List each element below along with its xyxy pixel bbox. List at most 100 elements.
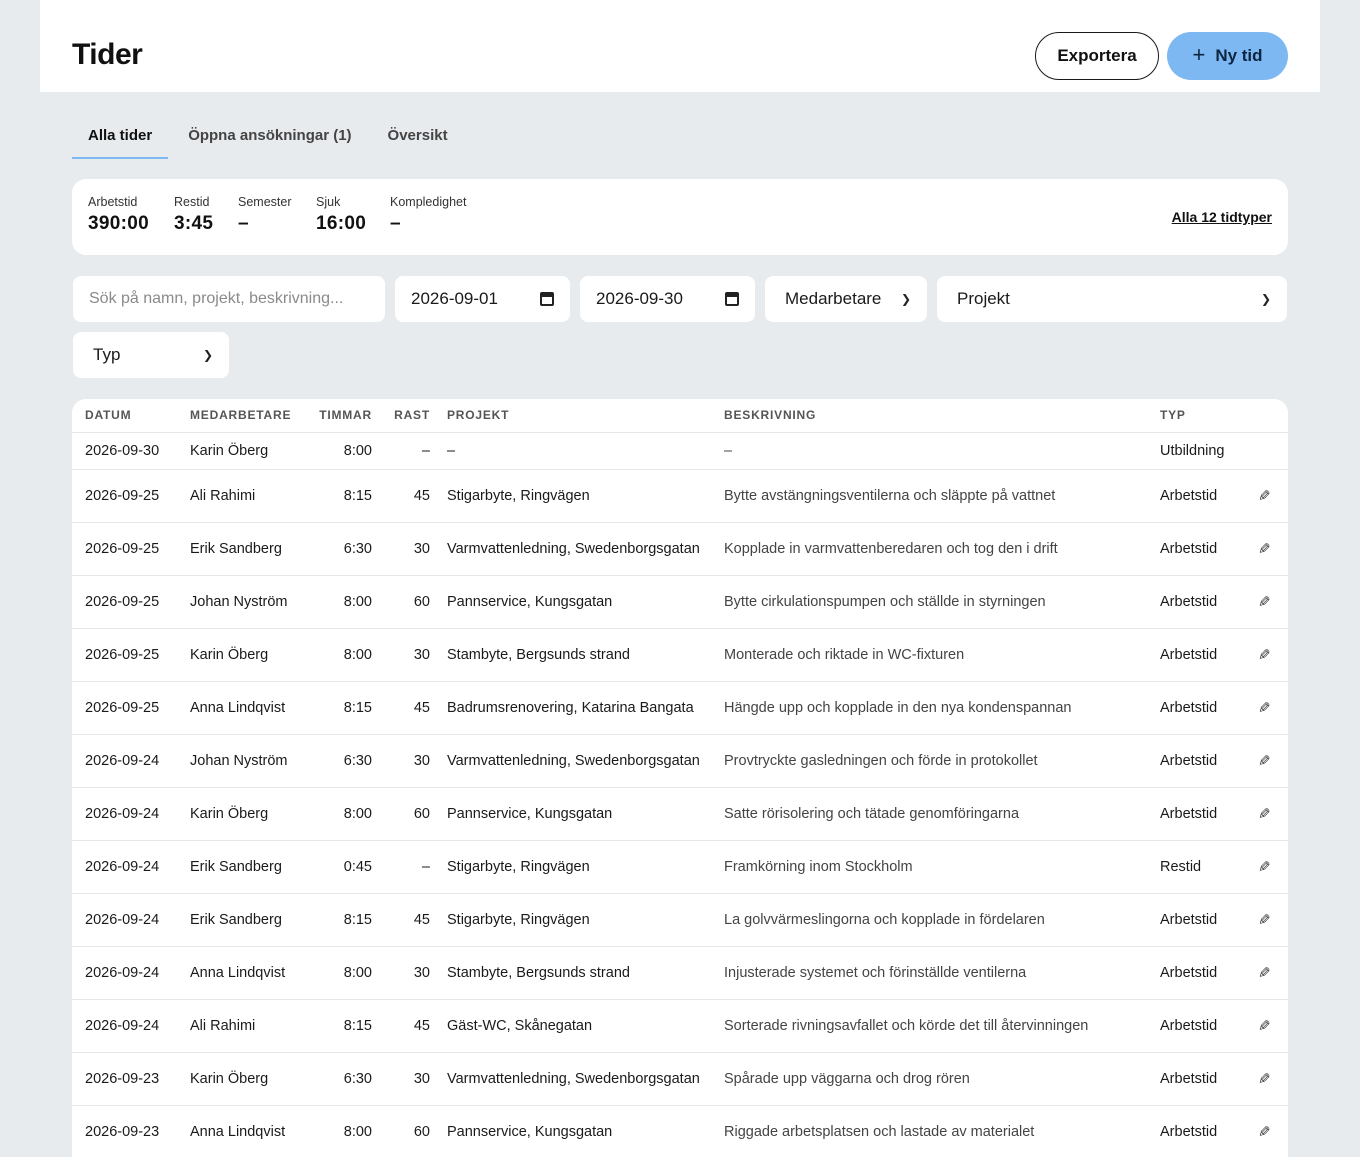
- table-row[interactable]: 2026-09-25 Erik Sandberg 6:30 30 Varmvattenl…: [72, 522, 1288, 576]
- edit-pencil-icon[interactable]: ✎: [1258, 699, 1271, 717]
- column-header-project[interactable]: PROJEKT: [436, 399, 724, 433]
- edit-pencil-icon[interactable]: ✎: [1258, 540, 1271, 558]
- cell-break: 45: [372, 999, 436, 1053]
- new-time-button[interactable]: + Ny tid: [1167, 32, 1288, 80]
- cell-actions: ✎: [1258, 469, 1288, 523]
- cell-hours: 8:15: [312, 469, 372, 523]
- table-row[interactable]: 2026-09-24 Ali Rahimi 8:15 45 Gäst-WC, Skåne…: [72, 999, 1288, 1053]
- cell-break: 30: [372, 1052, 436, 1106]
- cell-date: 2026-09-24: [72, 946, 190, 1000]
- cell-hours: 8:15: [312, 893, 372, 947]
- cell-employee: Anna Lindqvist: [190, 1105, 312, 1157]
- search-placeholder: Sök på namn, projekt, beskrivning...: [89, 290, 344, 307]
- export-button[interactable]: Exportera: [1035, 32, 1159, 80]
- calendar-icon[interactable]: [725, 292, 739, 306]
- edit-pencil-icon[interactable]: ✎: [1258, 752, 1271, 770]
- cell-description: Riggade arbetsplatsen och lastade av mat…: [724, 1105, 1160, 1157]
- edit-pencil-icon[interactable]: ✎: [1258, 1123, 1271, 1141]
- stat-value: 390:00: [88, 213, 149, 234]
- edit-pencil-icon[interactable]: ✎: [1258, 964, 1271, 982]
- cell-employee: Karin Öberg: [190, 787, 312, 841]
- stat-work-time: Arbetstid 390:00: [88, 195, 149, 235]
- cell-break: 45: [372, 469, 436, 523]
- edit-pencil-icon[interactable]: ✎: [1258, 646, 1271, 664]
- edit-pencil-icon[interactable]: ✎: [1258, 1070, 1271, 1088]
- edit-pencil-icon[interactable]: ✎: [1258, 911, 1271, 929]
- cell-employee: Erik Sandberg: [190, 522, 312, 576]
- cell-actions: ✎: [1258, 1052, 1288, 1106]
- tab-open-applications[interactable]: Öppna ansökningar (1): [172, 116, 367, 159]
- project-select[interactable]: Projekt ❯: [937, 276, 1287, 322]
- cell-hours: 6:30: [312, 522, 372, 576]
- date-from-input[interactable]: 2026-09-01: [395, 276, 570, 322]
- table-row[interactable]: 2026-09-24 Erik Sandberg 8:15 45 Stigarbyte,…: [72, 893, 1288, 947]
- table-row[interactable]: 2026-09-24 Karin Öberg 8:00 60 Pannservice, …: [72, 787, 1288, 841]
- column-header-date[interactable]: DATUM: [72, 399, 190, 433]
- column-header-employee[interactable]: MEDARBETARE: [190, 399, 312, 433]
- table-row[interactable]: 2026-09-25 Ali Rahimi 8:15 45 Stigarbyte, Ri…: [72, 469, 1288, 523]
- cell-break: 30: [372, 522, 436, 576]
- chevron-down-icon: ❯: [900, 292, 911, 306]
- cell-date: 2026-09-25: [72, 469, 190, 523]
- type-select[interactable]: Typ ❯: [73, 332, 229, 378]
- cell-hours: 6:30: [312, 1052, 372, 1106]
- edit-pencil-icon[interactable]: ✎: [1258, 593, 1271, 611]
- table-row[interactable]: 2026-09-30 Karin Öberg 8:00– – – Utbildning: [72, 432, 1288, 470]
- cell-date: 2026-09-24: [72, 840, 190, 894]
- column-header-break[interactable]: RAST: [372, 399, 436, 433]
- project-select-value: Projekt: [957, 289, 1010, 308]
- table-row[interactable]: 2026-09-24 Erik Sandberg 0:45– Stigarbyte, …: [72, 840, 1288, 894]
- column-header-actions: [1258, 399, 1288, 433]
- table-row[interactable]: 2026-09-25 Anna Lindqvist 8:15 45 Badrumsren…: [72, 681, 1288, 735]
- table-row[interactable]: 2026-09-25 Johan Nyström 8:00 60 Pannservice…: [72, 575, 1288, 629]
- cell-project: Stigarbyte, Ringvägen: [436, 893, 724, 947]
- column-header-description[interactable]: BESKRIVNING: [724, 399, 1160, 433]
- cell-type: Arbetstid: [1160, 522, 1258, 576]
- cell-break: 60: [372, 575, 436, 629]
- edit-pencil-icon[interactable]: ✎: [1258, 858, 1271, 876]
- cell-description: Hängde upp och kopplade in den nya konde…: [724, 681, 1160, 735]
- stat-label: Arbetstid: [88, 195, 138, 209]
- cell-actions: ✎: [1258, 999, 1288, 1053]
- table-row[interactable]: 2026-09-25 Karin Öberg 8:00 30 Stambyte, Ber…: [72, 628, 1288, 682]
- cell-break: –: [372, 840, 436, 894]
- cell-break: 30: [372, 946, 436, 1000]
- employee-select-value: Medarbetare: [785, 289, 882, 308]
- search-input[interactable]: Sök på namn, projekt, beskrivning...: [73, 276, 385, 322]
- cell-actions: ✎: [1258, 1105, 1288, 1157]
- table-row[interactable]: 2026-09-23 Anna Lindqvist 8:00 60 Pannservic…: [72, 1105, 1288, 1157]
- cell-project: Varmvattenledning, Swedenborgsgatan: [436, 1052, 724, 1106]
- cell-break: 60: [372, 787, 436, 841]
- cell-employee: Karin Öberg: [190, 432, 312, 470]
- cell-employee: Ali Rahimi: [190, 999, 312, 1053]
- cell-hours: 0:45: [312, 840, 372, 894]
- calendar-icon[interactable]: [540, 292, 554, 306]
- chevron-down-icon: ❯: [202, 348, 213, 362]
- edit-pencil-icon[interactable]: ✎: [1258, 487, 1271, 505]
- column-header-type[interactable]: TYP: [1160, 399, 1258, 433]
- table-header-row: DATUM MEDARBETARE TIMMAR RAST PROJEKT BE…: [72, 399, 1288, 433]
- cell-actions: ✎: [1258, 787, 1288, 841]
- table-row[interactable]: 2026-09-24 Anna Lindqvist 8:00 30 Stambyte, …: [72, 946, 1288, 1000]
- cell-employee: Johan Nyström: [190, 734, 312, 788]
- edit-pencil-icon[interactable]: ✎: [1258, 1017, 1271, 1035]
- date-to-input[interactable]: 2026-09-30: [580, 276, 755, 322]
- cell-date: 2026-09-24: [72, 999, 190, 1053]
- cell-hours: 8:00: [312, 575, 372, 629]
- table-row[interactable]: 2026-09-23 Karin Öberg 6:30 30 Varmvattenled…: [72, 1052, 1288, 1106]
- cell-actions: ✎: [1258, 522, 1288, 576]
- table-row[interactable]: 2026-09-24 Johan Nyström 6:30 30 Varmvattenl…: [72, 734, 1288, 788]
- tab-all-times[interactable]: Alla tider: [72, 116, 169, 159]
- all-time-types-link[interactable]: Alla 12 tidtyper: [1172, 209, 1272, 225]
- new-time-label: Ny tid: [1215, 46, 1263, 65]
- employee-select[interactable]: Medarbetare ❯: [765, 276, 927, 322]
- cell-break: 30: [372, 628, 436, 682]
- edit-pencil-icon[interactable]: ✎: [1258, 805, 1271, 823]
- column-header-hours[interactable]: TIMMAR: [312, 399, 372, 433]
- cell-date: 2026-09-25: [72, 681, 190, 735]
- stat-value: –: [238, 213, 249, 234]
- stat-label: Sjuk: [316, 195, 341, 209]
- chevron-down-icon: ❯: [1260, 292, 1271, 306]
- tab-overview[interactable]: Översikt: [372, 116, 464, 159]
- cell-employee: Erik Sandberg: [190, 893, 312, 947]
